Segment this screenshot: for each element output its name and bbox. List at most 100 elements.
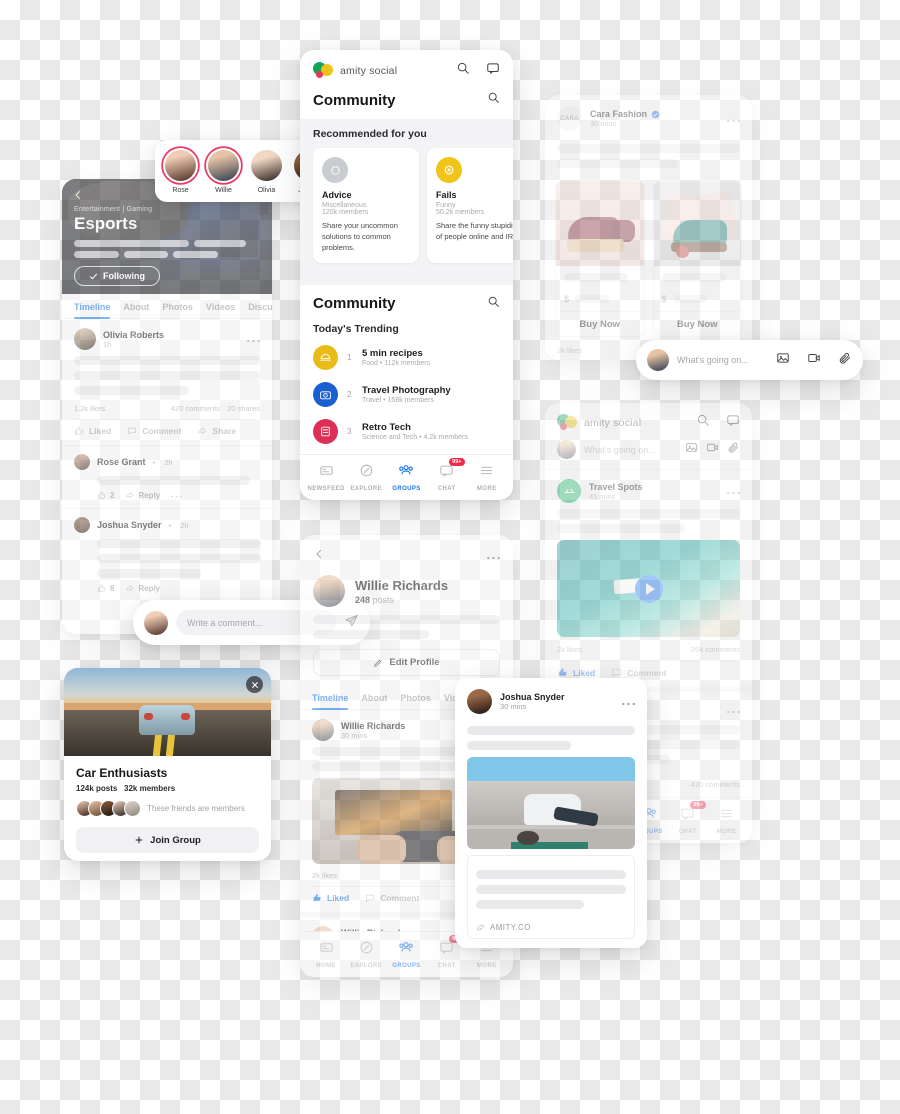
tab-about[interactable]: About xyxy=(361,693,387,709)
link-preview[interactable]: AMITY.CO xyxy=(467,917,635,939)
post-more-icon[interactable] xyxy=(727,482,740,500)
buy-now-button[interactable]: Buy Now xyxy=(556,311,644,336)
messages-icon[interactable] xyxy=(726,413,740,432)
tab-timeline[interactable]: Timeline xyxy=(312,693,349,710)
search-icon[interactable] xyxy=(696,413,710,432)
tab-discussion[interactable]: Discussion xyxy=(248,302,272,318)
group-card-fails[interactable]: Fails Funny 50.2k members Share the funn… xyxy=(427,148,513,263)
story-willie[interactable]: Willie xyxy=(206,148,242,194)
tab-photos[interactable]: Photos xyxy=(400,693,431,709)
post-video[interactable] xyxy=(557,540,740,637)
product-card[interactable]: $ Buy Now xyxy=(555,180,645,337)
inline-composer[interactable]: What's going on... xyxy=(545,440,752,470)
nav-chat[interactable]: 99+ CHAT xyxy=(668,801,707,835)
avatar-text: CARA xyxy=(560,115,579,122)
nav-groups[interactable]: GROUPS xyxy=(386,462,426,492)
tab-photos[interactable]: Photos xyxy=(162,302,193,318)
car-enthusiasts-card[interactable]: Car Enthusiasts 124k posts 32k members T… xyxy=(64,668,271,861)
group-name: Fails xyxy=(436,190,457,200)
edit-profile-button[interactable]: Edit Profile xyxy=(313,649,500,676)
photo-icon[interactable] xyxy=(776,351,790,370)
recommended-groups[interactable]: Advice Miscellaneous 120k members Share … xyxy=(300,140,513,275)
comment-action[interactable]: Comment xyxy=(365,893,419,903)
messages-icon[interactable] xyxy=(486,61,500,80)
post-more-icon[interactable] xyxy=(247,330,260,348)
search-icon[interactable] xyxy=(487,91,500,109)
search-icon[interactable] xyxy=(487,295,500,313)
post-comments: 420 comments xyxy=(170,404,221,413)
post-composer[interactable]: What's going on... xyxy=(636,340,863,380)
comment-actions[interactable]: 2 Reply xyxy=(97,491,260,500)
post-more-icon[interactable] xyxy=(727,701,740,719)
comment-reply[interactable]: Reply xyxy=(125,491,160,500)
group-members: 32k members xyxy=(124,784,176,793)
nav-newsfeed[interactable]: NEWSFEED xyxy=(306,463,346,492)
video-icon[interactable] xyxy=(706,441,719,459)
cara-fashion-post[interactable]: CARA Cara Fashion 30 mins $ Buy Now $ Bu… xyxy=(545,95,752,360)
tab-about[interactable]: About xyxy=(123,302,149,318)
photo-icon[interactable] xyxy=(685,441,698,459)
comment-actions[interactable]: 6 Reply xyxy=(97,584,260,593)
nav-label: CHAT xyxy=(437,486,456,492)
post-input[interactable]: What's going on... xyxy=(584,445,677,455)
post-more-icon[interactable] xyxy=(727,110,740,128)
joshua-post-card[interactable]: Joshua Snyder 30 mins AMITY.CO xyxy=(455,678,647,948)
nav-explore[interactable]: EXPLORE xyxy=(346,463,386,492)
post-more-icon[interactable] xyxy=(622,693,635,711)
attachment-icon[interactable] xyxy=(727,441,740,459)
comment-more-icon[interactable] xyxy=(171,491,183,500)
screenshot-stage: Entertainment | Gaming Esports Following xyxy=(0,0,900,1114)
nav-home[interactable]: HOME xyxy=(306,940,346,969)
esports-group-card[interactable]: Entertainment | Gaming Esports Following xyxy=(62,179,272,634)
trending-item-2[interactable]: 2 Travel Photography Travel • 158k membe… xyxy=(300,376,513,413)
like-action[interactable]: Liked xyxy=(312,893,349,903)
share-action[interactable]: Share xyxy=(197,426,236,436)
comment-action[interactable]: Comment xyxy=(127,426,181,436)
group-card-advice[interactable]: Advice Miscellaneous 120k members Share … xyxy=(313,148,419,263)
nav-explore[interactable]: EXPLORE xyxy=(346,940,386,969)
following-button[interactable]: Following xyxy=(74,266,160,286)
like-action[interactable]: Liked xyxy=(74,426,111,436)
search-icon[interactable] xyxy=(456,61,470,80)
story-rose[interactable]: Rose xyxy=(163,148,199,194)
nav-more[interactable]: MORE xyxy=(467,463,507,492)
join-group-button[interactable]: Join Group xyxy=(76,827,259,853)
post-author: Olivia Roberts xyxy=(103,329,165,340)
tab-videos[interactable]: Videos xyxy=(206,302,235,318)
profile-more-icon[interactable] xyxy=(487,547,500,565)
post-actions[interactable]: Liked Comment Share xyxy=(74,419,260,436)
trending-item-3[interactable]: 3 Retro Tech Science and Tech • 4.2k mem… xyxy=(300,413,513,450)
play-icon[interactable] xyxy=(634,574,663,603)
trending-sub: Travel • 158k members xyxy=(362,396,434,404)
trending-item-1[interactable]: 1 5 min recipes Food • 112k members xyxy=(300,339,513,376)
tab-timeline[interactable]: Timeline xyxy=(74,302,111,319)
bio-bar xyxy=(313,630,429,639)
comment-like[interactable]: 2 xyxy=(97,491,114,500)
story-olivia[interactable]: Olivia xyxy=(249,148,285,194)
back-icon[interactable] xyxy=(72,188,84,206)
nav-label: GROUPS xyxy=(392,486,421,492)
attachment-icon[interactable] xyxy=(838,351,852,370)
post-actions[interactable]: Liked Comment xyxy=(557,660,740,678)
comment-reply[interactable]: Reply xyxy=(125,584,160,593)
nav-label: GROUPS xyxy=(392,963,421,969)
bottom-nav[interactable]: NEWSFEED EXPLORE GROUPS 99+ CHAT MORE xyxy=(300,454,513,500)
product-image xyxy=(556,181,644,266)
community-screen[interactable]: amity social Community Recommended for y… xyxy=(300,50,513,500)
back-icon[interactable] xyxy=(313,547,325,565)
close-icon[interactable] xyxy=(246,676,263,693)
video-icon[interactable] xyxy=(807,351,821,370)
comment-like[interactable]: 6 xyxy=(97,584,114,593)
nav-groups[interactable]: GROUPS xyxy=(386,939,426,969)
buy-now-button[interactable]: Buy Now xyxy=(653,311,741,336)
product-card[interactable]: $ Buy Now xyxy=(652,180,742,337)
like-action[interactable]: Liked xyxy=(557,667,595,678)
product-row[interactable]: $ Buy Now $ Buy Now xyxy=(545,180,752,337)
sky xyxy=(64,668,271,704)
nav-more[interactable]: MORE xyxy=(707,806,746,835)
post-input[interactable]: What's going on... xyxy=(677,355,768,365)
post-shares: 20 shares xyxy=(227,404,260,413)
comment-action[interactable]: Comment xyxy=(611,667,666,678)
group-tabs[interactable]: Timeline About Photos Videos Discussion xyxy=(62,294,272,319)
nav-chat[interactable]: 99+ CHAT xyxy=(427,458,467,492)
